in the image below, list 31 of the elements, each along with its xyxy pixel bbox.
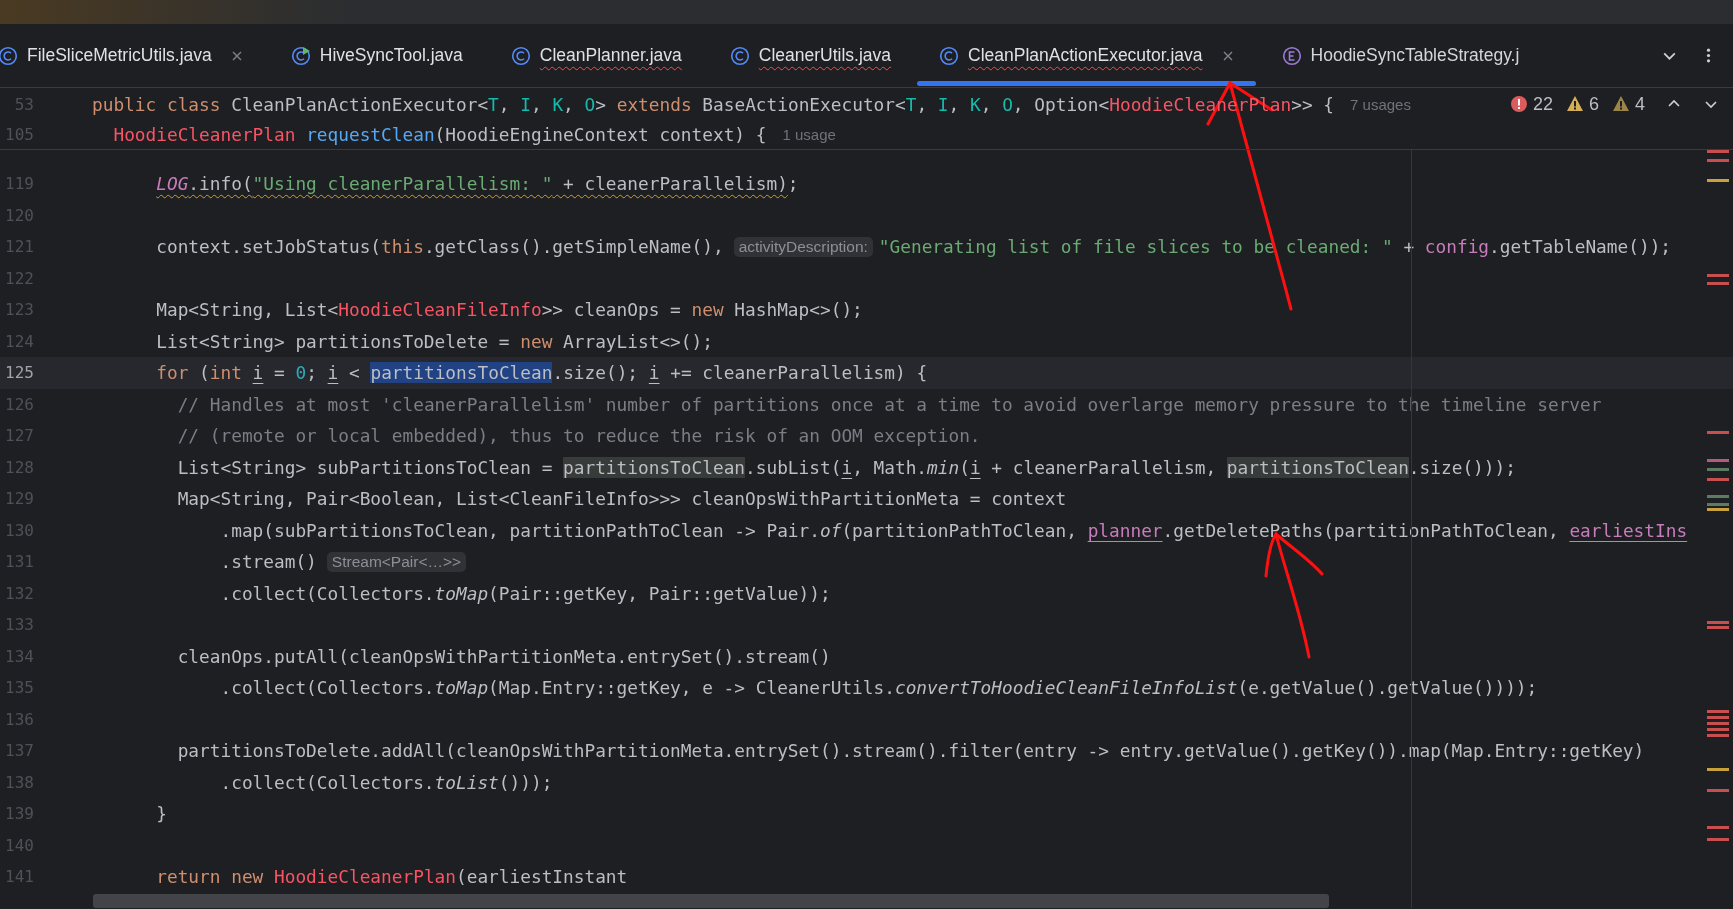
code-text: LOG.info("Using cleanerParallelism: " + cleanerParallelism);	[156, 173, 799, 195]
editor-tab[interactable]: FileSliceMetricUtils.java	[0, 24, 267, 87]
problem-count[interactable]: 6	[1588, 93, 1599, 115]
editor-tab[interactable]: CleanerUtils.java	[705, 24, 916, 87]
inlay-hint: Stream<Pair<…>>	[326, 551, 467, 572]
code-text: Map<String, Pair<Boolean, List<CleanFileInfo>>> cleanOpsWithPartitionMeta = context	[177, 488, 1067, 510]
editor-tab[interactable]: CleanPlanActionExecutor.java	[915, 24, 1258, 87]
code-text: .collect(Collectors.toMap(Pair::getKey, Pair::getValue));	[220, 582, 831, 604]
code-text: context.setJobStatus(this.getClass().getSimpleName(),	[156, 236, 724, 258]
inlay-hint: activityDescription:	[733, 236, 873, 257]
editor-tab[interactable]: HoodieSyncTableStrategy.j	[1257, 24, 1544, 87]
code-text: // (remote or local embedded), thus to reduce the risk of an OOM exception.	[177, 425, 981, 447]
code-text: "Generating list of file slices to be cleaned: " + config.getTableName());	[878, 236, 1672, 258]
code-text: partitionsToDelete.addAll(cleanOpsWithPartitionMeta.entrySet().stream().filter(entry -> entry.getValue().getKey()).map(Map.Entry::getKey)	[177, 740, 1645, 762]
code-text: return new HoodieCleanerPlan(earliestInstant	[156, 866, 628, 888]
problem-count[interactable]: 22	[1532, 93, 1553, 115]
code-text: cleanOps.putAll(cleanOpsWithPartitionMeta.entrySet().stream()	[177, 645, 831, 667]
code-text: HoodieCleanerPlan requestClean(HoodieEngineContext context) {	[113, 123, 767, 145]
line-number: 125	[4, 363, 34, 383]
problem-count[interactable]: 4	[1635, 93, 1645, 115]
code-text: .stream()	[220, 551, 317, 573]
code-text: List<String> partitionsToDelete = new ArrayList<>();	[156, 330, 713, 352]
code-text: }	[156, 803, 167, 825]
editor-tab[interactable]: CleanPlanner.java	[486, 24, 706, 87]
code-text: for (int i = 0; i < partitionsToClean.size(); i += cleanerParallelism) {	[156, 362, 928, 384]
code-text: .collect(Collectors.toList()));	[220, 771, 553, 793]
code-text: List<String> subPartitionsToClean = partitionsToClean.subList(i, Math.min(i + cleanerParallelism, partitionsToClean.size()));	[177, 456, 1516, 478]
editor-tab[interactable]: HiveSyncTool.java	[266, 24, 487, 87]
code-text: Map<String, List<HoodieCleanFileInfo>> cleanOps = new HashMap<>();	[156, 299, 863, 321]
code-text: .collect(Collectors.toMap(Map.Entry::getKey, e -> CleanerUtils.convertToHoodieCleanFileInfoList(e.getValue().getValue())));	[220, 677, 1538, 699]
code-text: .map(subPartitionsToClean, partitionPathToClean -> Pair.of(partitionPathToClean, planner.getDeletePaths(partitionPathToClean, earliestIns	[220, 519, 1688, 541]
